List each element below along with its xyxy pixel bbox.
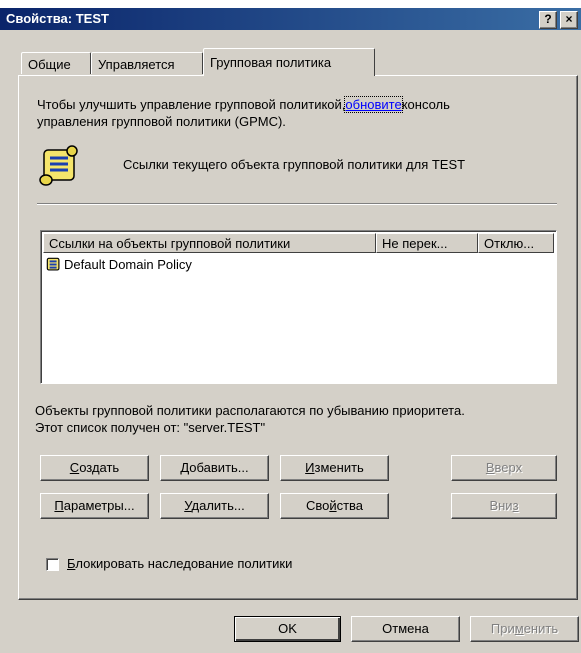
move-up-button[interactable]: Вверх [451, 455, 557, 481]
move-down-button[interactable]: Вниз [451, 493, 557, 519]
help-button[interactable]: ? [539, 11, 557, 29]
ok-button[interactable]: OK [234, 616, 341, 642]
column-header-no-override[interactable]: Не перек... [376, 233, 478, 253]
list-item[interactable]: Default Domain Policy [45, 255, 550, 275]
window-title: Свойства: TEST [6, 11, 109, 26]
tab-general[interactable]: Общие [21, 52, 91, 74]
priority-note-line1: Объекты групповой политики располагаются… [35, 403, 465, 418]
column-header-disabled[interactable]: Отклю... [478, 233, 554, 253]
delete-button[interactable]: Удалить... [160, 493, 269, 519]
gpmc-info-line1: Чтобы улучшить управление групповой поли… [37, 96, 450, 113]
create-button[interactable]: Создать [40, 455, 149, 481]
gpmc-info-line2: управления групповой политики (GPMC). [37, 114, 286, 129]
close-button[interactable]: × [560, 11, 578, 29]
list-item-name: Default Domain Policy [64, 257, 192, 272]
column-header-links[interactable]: Ссылки на объекты групповой политики [43, 233, 376, 253]
links-title: Ссылки текущего объекта групповой полити… [123, 157, 466, 172]
gpo-scroll-icon [39, 145, 78, 186]
edit-button[interactable]: Изменить [280, 455, 389, 481]
tab-group-policy[interactable]: Групповая политика [203, 48, 375, 76]
tab-group-policy-label: Групповая политика [210, 55, 332, 70]
tab-managed-by[interactable]: Управляется [91, 52, 203, 74]
cancel-button[interactable]: Отмена [351, 616, 460, 642]
block-inheritance-checkbox[interactable] [46, 558, 59, 571]
gpo-links-list[interactable]: Ссылки на объекты групповой политики Не … [40, 230, 557, 384]
gpmc-info-text: Чтобы улучшить управление групповой поли… [37, 97, 346, 112]
block-inheritance-label[interactable]: Блокировать наследование политики [67, 556, 292, 571]
separator [37, 203, 557, 205]
gpmc-info-text-end: консоль [401, 97, 450, 112]
priority-note-line2: Этот список получен от: "server.TEST" [35, 420, 266, 435]
properties-button[interactable]: Свойства [280, 493, 389, 519]
update-gpmc-link[interactable]: обновите [344, 96, 403, 113]
title-bar: Свойства: TEST ? × [0, 8, 581, 30]
options-button[interactable]: Параметры... [40, 493, 149, 519]
apply-button[interactable]: Применить [470, 616, 579, 642]
gpo-scroll-icon [46, 257, 60, 271]
add-button[interactable]: Добавить... [160, 455, 269, 481]
